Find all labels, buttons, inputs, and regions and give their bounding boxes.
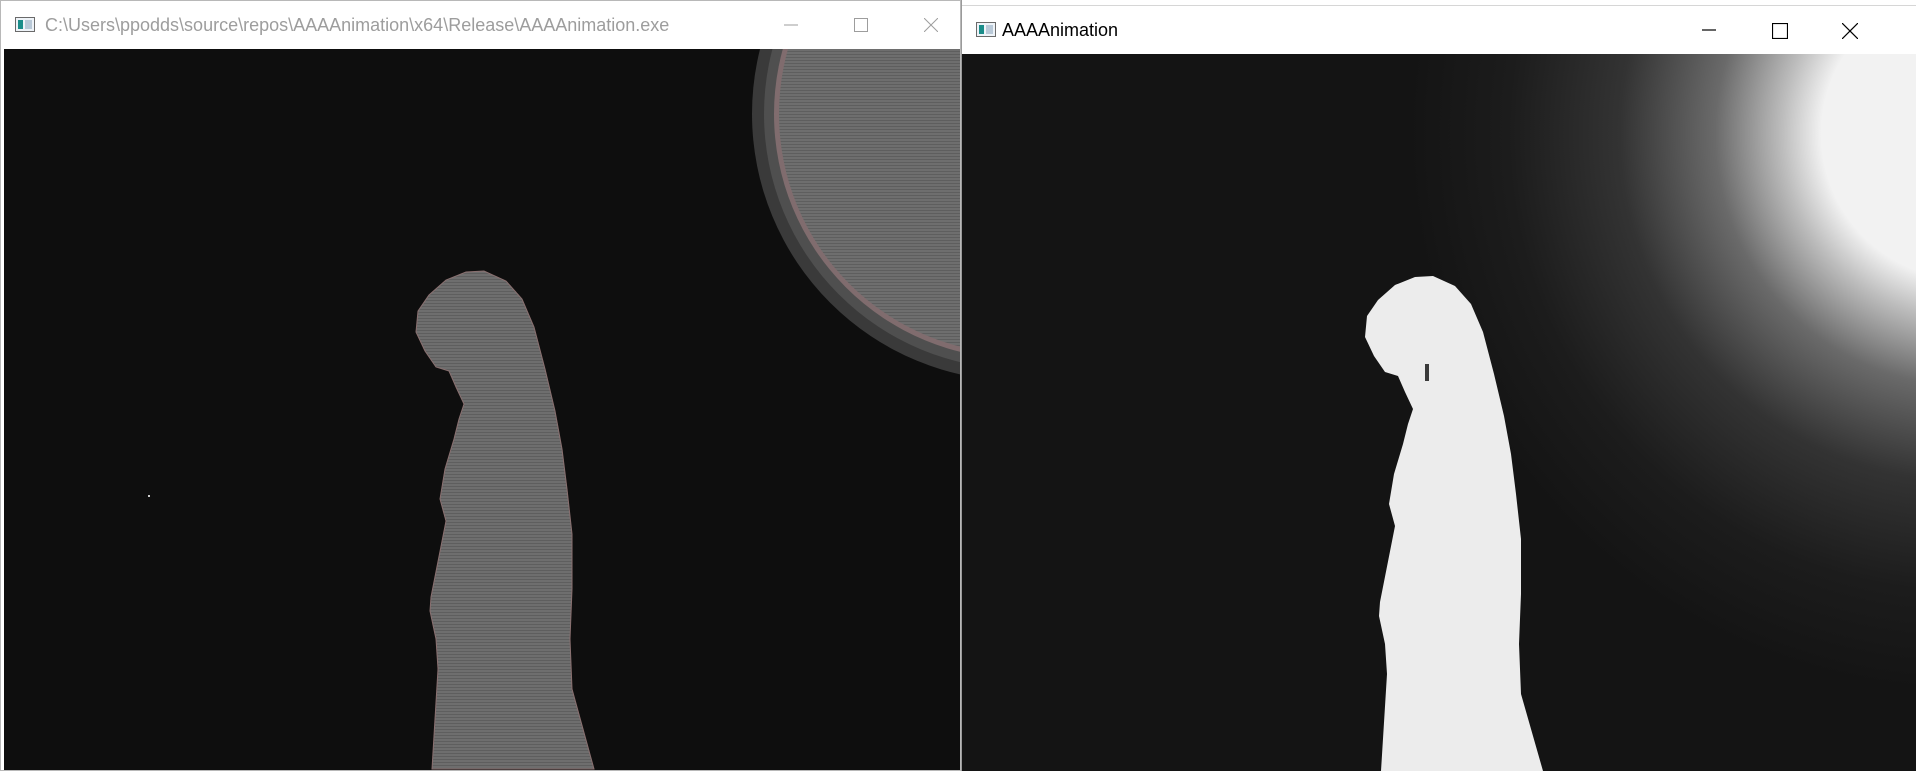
console-app-icon[interactable]	[15, 17, 35, 32]
console-render-canvas	[148, 49, 960, 770]
animation-render-area	[962, 54, 1916, 771]
animation-window-title: AAAAnimation	[1002, 20, 1119, 40]
maximize-icon	[1772, 23, 1788, 39]
console-window-titlebar[interactable]: C:\Users\ppodds\source\repos\AAAAnimatio…	[1, 1, 960, 49]
minimize-button[interactable]	[1674, 6, 1744, 54]
app-window-icon[interactable]	[976, 22, 996, 37]
animation-window[interactable]: AAAAnimation	[961, 0, 1916, 771]
minimize-icon	[784, 24, 798, 26]
face-shadow-mark	[1425, 364, 1429, 381]
animation-render-canvas	[962, 54, 1916, 771]
close-button[interactable]	[896, 1, 960, 49]
silhouette-figure	[415, 270, 595, 770]
close-icon	[1842, 23, 1858, 39]
stray-pixel	[148, 495, 150, 497]
minimize-button[interactable]	[756, 1, 826, 49]
maximize-icon	[854, 18, 868, 32]
maximize-button[interactable]	[826, 1, 896, 49]
console-window-title: C:\Users\ppodds\source\repos\AAAAnimatio…	[45, 15, 670, 35]
close-icon	[924, 18, 938, 32]
maximize-button[interactable]	[1744, 6, 1814, 54]
console-window[interactable]: C:\Users\ppodds\source\repos\AAAAnimatio…	[0, 0, 961, 771]
close-button[interactable]	[1814, 6, 1884, 54]
console-render-area	[4, 49, 960, 770]
animation-window-titlebar[interactable]: AAAAnimation	[962, 5, 1916, 54]
minimize-icon	[1702, 29, 1716, 31]
